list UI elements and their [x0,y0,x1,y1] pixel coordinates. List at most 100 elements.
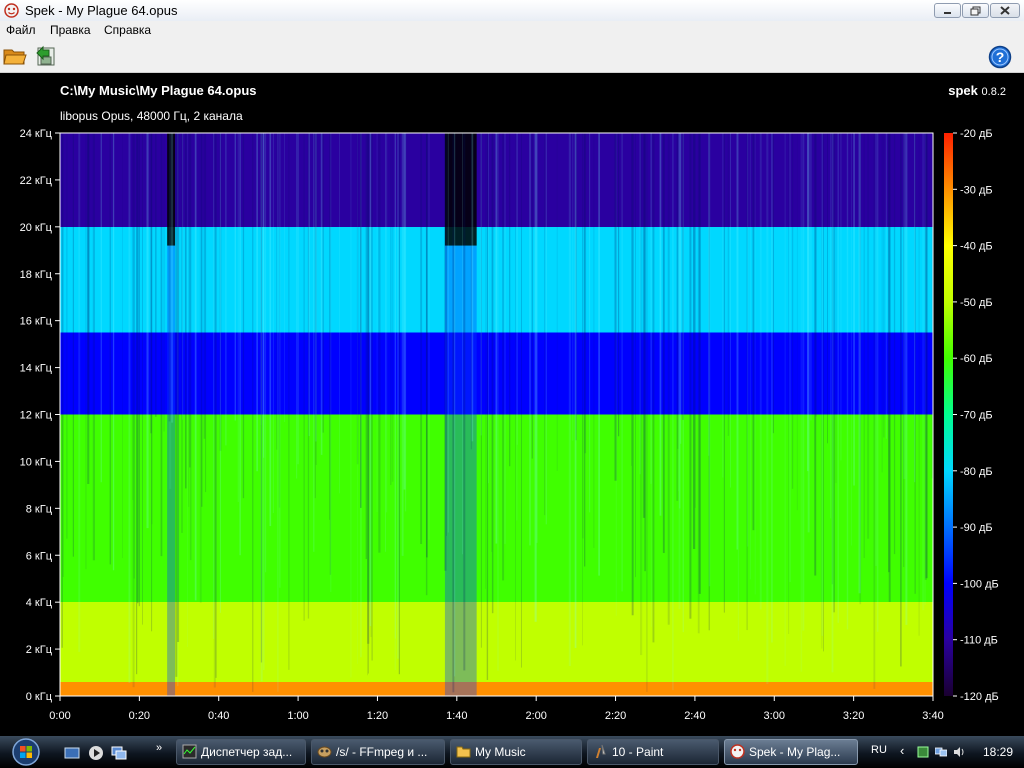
menu-help[interactable]: Справка [104,23,151,37]
task-label: My Music [475,745,526,759]
help-icon[interactable]: ? [988,45,1012,69]
task-browser[interactable]: /s/ - FFmpeg и ... [311,739,445,765]
spectral-streak [385,133,388,513]
spectral-streak [883,133,885,438]
spectral-streak [667,133,670,625]
spectral-streak [584,133,587,454]
spectral-streak [367,133,370,644]
spectral-streak [272,133,274,514]
app-name: spek [948,83,978,98]
menu-file[interactable]: Файл [6,23,36,37]
title-bar: Spek - My Plague 64.opus [0,0,1024,22]
spectral-streak [322,133,324,433]
spectral-streak [403,133,406,490]
spectral-streak [646,133,648,692]
start-button[interactable] [6,737,46,767]
network-icon[interactable] [935,746,947,758]
spectral-streak [339,133,340,494]
y-tick-label: 4 кГц [26,597,53,609]
spectral-streak [239,133,241,556]
spectral-streak [727,133,730,436]
spectral-streak [881,133,883,473]
quick-launch-chevron[interactable]: » [156,742,162,754]
spectral-streak [905,133,908,625]
minimize-button[interactable] [934,3,961,18]
spectral-streak [357,133,358,664]
spectral-streak [329,133,330,520]
spectral-streak [171,133,174,423]
spectral-streak [572,133,574,441]
spectral-streak [85,133,87,570]
colorbar [944,133,953,696]
language-indicator[interactable]: RU [871,744,887,756]
spectral-streak [136,133,138,675]
spectral-streak [652,133,655,643]
spectral-streak [155,133,157,417]
save-export-icon[interactable] [34,45,58,67]
spectral-streak [662,133,665,553]
spectral-streak [504,133,506,544]
task-manager-icon [182,744,197,759]
spectral-streak [589,133,591,513]
x-tick-label: 1:40 [446,710,467,722]
y-tick-label: 16 кГц [20,316,53,328]
clock[interactable]: 18:29 [983,745,1013,759]
close-button[interactable] [990,3,1020,18]
spectral-streak [851,133,852,546]
spectral-streak [574,133,577,648]
spectral-streak [914,133,916,594]
spectral-streak [109,133,111,565]
volume-icon[interactable] [953,746,965,758]
spectral-streak [376,133,378,512]
spectral-streak [876,133,879,632]
task-folder[interactable]: My Music [450,739,582,765]
task-paint[interactable]: 10 - Paint [587,739,719,765]
spectral-streak [128,133,131,684]
folder-open-icon[interactable] [3,45,27,67]
show-desktop-icon[interactable] [64,745,80,761]
x-tick-label: 2:00 [525,710,546,722]
colorbar-label: -80 дБ [960,466,993,478]
spectral-streak [462,133,463,555]
spectral-streak [486,133,489,680]
spectral-streak [330,133,332,592]
task-task-manager[interactable]: Диспетчер зад... [176,739,306,765]
spectral-streak [635,133,636,578]
switch-windows-icon[interactable] [111,745,127,761]
spectral-streak [831,133,834,673]
restore-button[interactable] [962,3,989,18]
x-tick-label: 0:20 [129,710,150,722]
spectral-streak [807,133,809,472]
spectral-streak [682,133,684,420]
colorbar-label: -70 дБ [960,410,993,422]
spectral-streak [252,133,254,692]
spectral-streak [66,133,68,539]
spectral-streak [405,133,407,512]
spectral-streak [802,133,805,631]
menu-edit[interactable]: Правка [50,23,91,37]
spectrogram-panel: 0 кГц 2 кГц 4 кГц 6 кГц 8 кГц 10 кГц 12 кГц 14 … [0,73,1024,736]
file-info: libopus Opus, 48000 Гц, 2 канала [60,109,243,123]
tray-app-icon[interactable] [917,746,929,758]
folder-icon [456,746,471,758]
spectral-streak [72,133,74,557]
spectral-streak [618,133,620,437]
x-tick-label: 3:00 [764,710,785,722]
media-player-icon[interactable] [88,745,104,761]
spectral-streak [800,133,803,672]
spectral-streak [593,133,595,548]
spectral-streak [420,133,423,545]
task-spek[interactable]: Spek - My Plag... [724,739,858,765]
spectral-streak [225,133,227,446]
spectral-streak [279,133,281,588]
spectral-streak [708,133,710,456]
spectral-streak [265,133,267,573]
spectral-streak [163,133,165,432]
tray-expand-icon[interactable]: ‹ [900,743,904,758]
spectrogram-chart: 0 кГц 2 кГц 4 кГц 6 кГц 8 кГц 10 кГц 12 кГц 14 … [20,128,999,722]
spectral-streak [875,133,877,566]
x-tick-label: 2:20 [605,710,626,722]
spectral-streak [531,133,533,459]
spectral-streak [269,133,272,527]
spectral-streak [893,133,896,555]
